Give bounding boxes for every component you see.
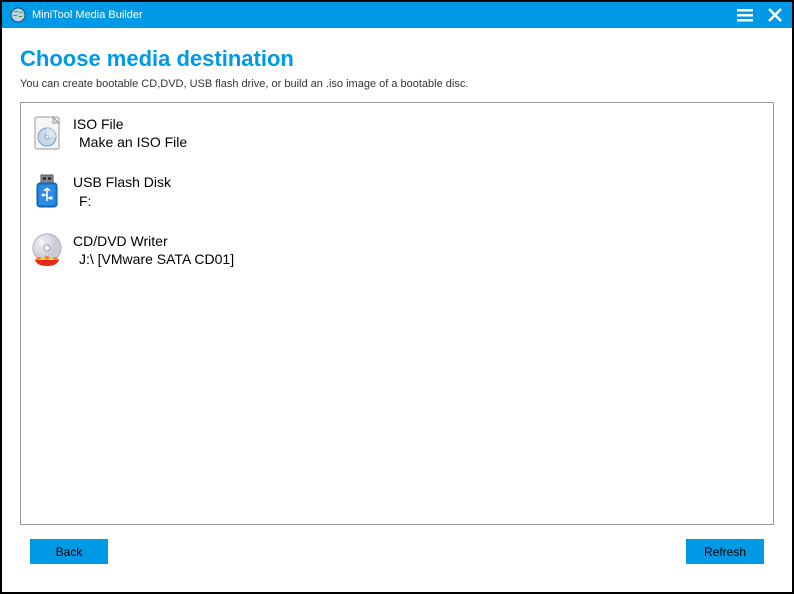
option-text: ISO File Make an ISO File [73, 115, 187, 151]
app-icon [10, 7, 26, 23]
app-window: MiniTool Media Builder Choose media dest… [0, 0, 794, 594]
footer: Back Refresh [20, 525, 774, 574]
option-sub: Make an ISO File [73, 133, 187, 151]
refresh-button[interactable]: Refresh [686, 539, 764, 564]
titlebar: MiniTool Media Builder [2, 2, 792, 28]
iso-file-icon [29, 115, 65, 151]
menu-icon[interactable] [736, 6, 754, 24]
cd-dvd-icon [29, 232, 65, 268]
titlebar-controls [736, 6, 784, 24]
back-button[interactable]: Back [30, 539, 108, 564]
content-area: Choose media destination You can create … [2, 28, 792, 592]
option-title: CD/DVD Writer [73, 232, 234, 250]
option-text: USB Flash Disk F: [73, 173, 171, 209]
close-icon[interactable] [766, 6, 784, 24]
option-sub: J:\ [VMware SATA CD01] [73, 250, 234, 268]
option-iso-file[interactable]: ISO File Make an ISO File [29, 109, 765, 167]
option-title: USB Flash Disk [73, 173, 171, 191]
option-sub: F: [73, 192, 171, 210]
option-text: CD/DVD Writer J:\ [VMware SATA CD01] [73, 232, 234, 268]
page-title: Choose media destination [20, 46, 774, 72]
option-cd-dvd[interactable]: CD/DVD Writer J:\ [VMware SATA CD01] [29, 226, 765, 284]
option-usb-flash[interactable]: USB Flash Disk F: [29, 167, 765, 225]
usb-flash-icon [29, 173, 65, 209]
page-subtitle: You can create bootable CD,DVD, USB flas… [20, 78, 774, 90]
option-title: ISO File [73, 115, 187, 133]
app-title: MiniTool Media Builder [32, 9, 736, 21]
media-options-panel: ISO File Make an ISO File [20, 102, 774, 525]
